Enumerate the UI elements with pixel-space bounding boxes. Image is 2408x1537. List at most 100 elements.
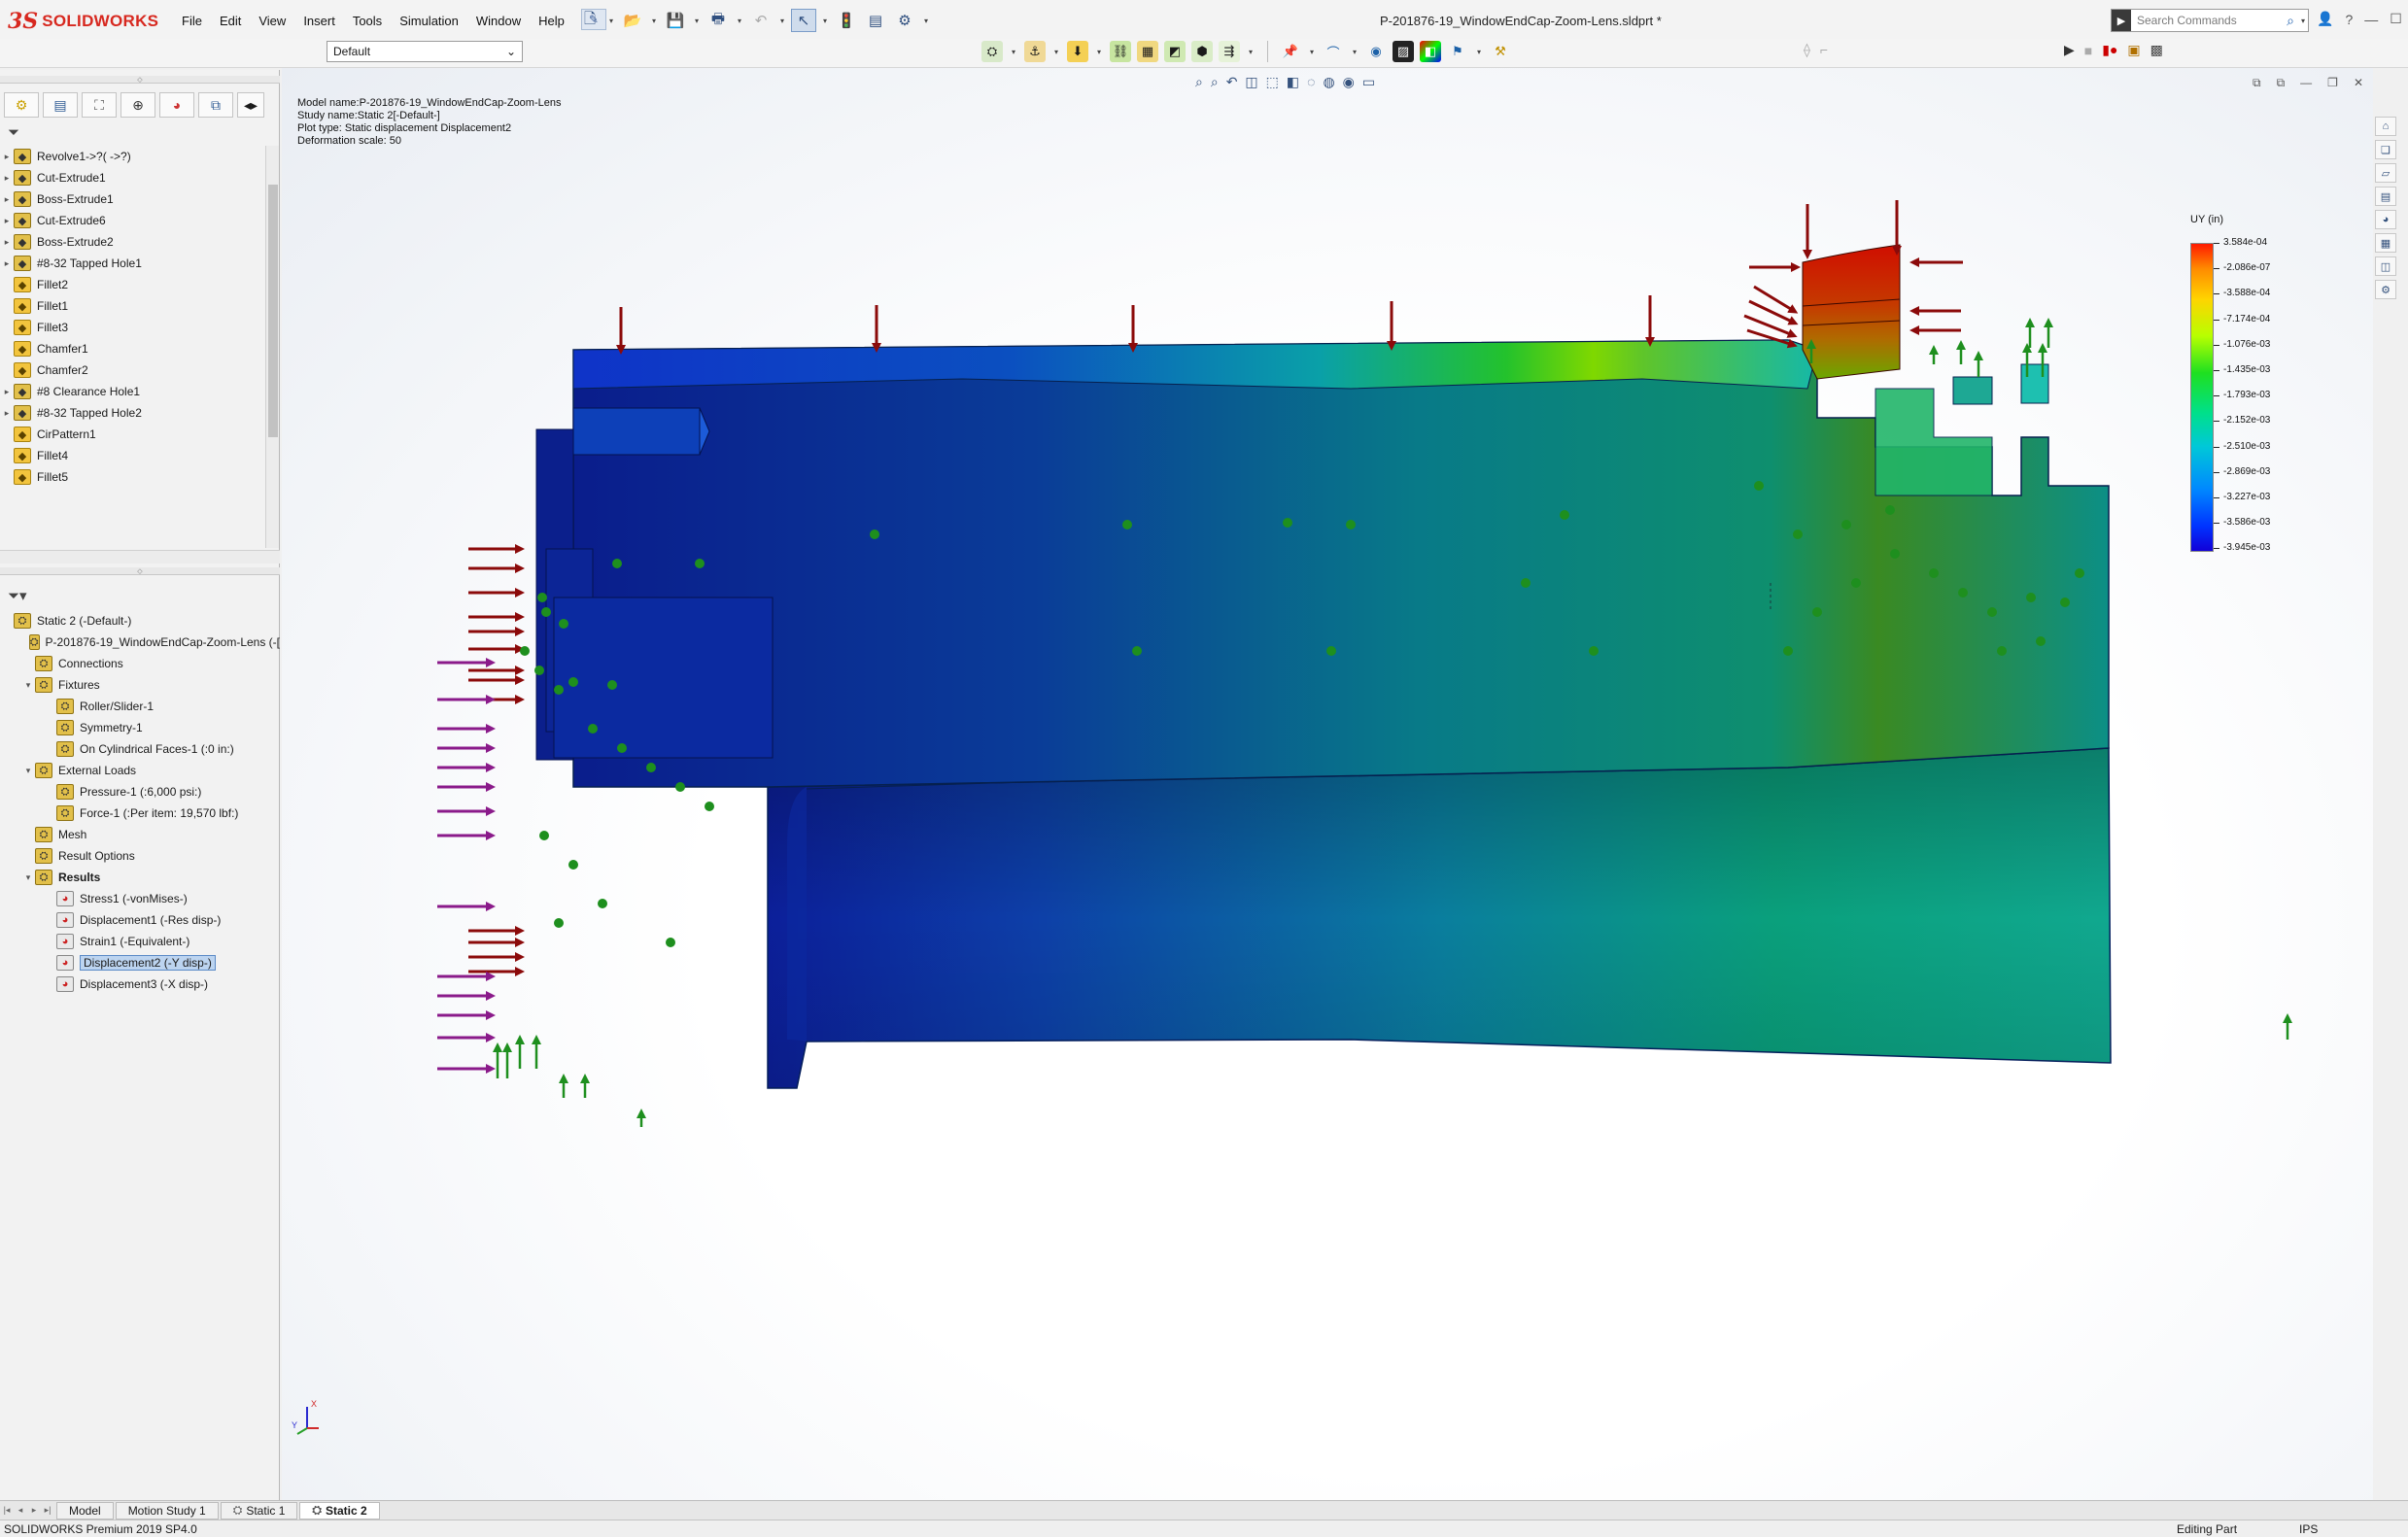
open-folder-icon[interactable]: 📂: [620, 9, 645, 32]
feature-tree-item[interactable]: ▸ ◆ Revolve1->?( ->?): [0, 146, 264, 167]
menu-help[interactable]: Help: [530, 12, 573, 30]
color-legend[interactable]: UY (in) 3.584e-04 -2.086e-07 -3.588e-04 …: [2190, 214, 2336, 553]
section-clipping-icon[interactable]: ▨: [1393, 41, 1414, 62]
study-advisor-icon[interactable]: ⛭: [981, 41, 1003, 62]
traffic-light-icon[interactable]: 🚦: [834, 9, 859, 32]
feature-tree-item[interactable]: ▸ ◆ Cut-Extrude1: [0, 167, 264, 188]
panel-splitter-top[interactable]: ◇: [0, 76, 280, 84]
fea-model-render[interactable]: [282, 68, 2373, 1500]
menu-tools[interactable]: Tools: [344, 12, 391, 30]
solidworks-logo[interactable]: 3S SOLIDWORKS: [8, 8, 158, 35]
study-tree-item[interactable]: ▾ ⛭ Results: [0, 867, 280, 888]
print-dropdown-icon[interactable]: ▾: [735, 17, 744, 25]
tab-nav-prev-icon[interactable]: ◂: [14, 1505, 27, 1516]
study-tree-item[interactable]: ⛭ On Cylindrical Faces-1 (:0 in:): [0, 738, 280, 760]
feature-tree-item[interactable]: ▸ ◆ Boss-Extrude1: [0, 188, 264, 210]
search-icon[interactable]: ⌕: [2287, 13, 2298, 29]
filter-icon[interactable]: ⏷▾: [8, 587, 27, 604]
save-animation-icon[interactable]: ▣: [2127, 42, 2140, 58]
simulation-tab-icon[interactable]: ⧉: [198, 92, 233, 118]
select-pointer-icon[interactable]: ↖: [791, 9, 816, 32]
feature-tree-item[interactable]: ◆ Chamfer1: [0, 338, 264, 359]
dropdown-icon[interactable]: ▾: [1307, 48, 1317, 56]
study-tree-item[interactable]: ◕ Displacement1 (-Res disp-): [0, 909, 280, 931]
feature-tree-item[interactable]: ◆ Fillet5: [0, 466, 264, 488]
select-dropdown-icon[interactable]: ▾: [820, 17, 830, 25]
print-icon[interactable]: 🖶: [705, 9, 731, 32]
expand-arrow-icon[interactable]: ▸: [0, 237, 14, 248]
new-document-icon[interactable]: 🗋: [577, 9, 602, 32]
dimxpert-tab-icon[interactable]: ⊕: [120, 92, 155, 118]
record-icon[interactable]: ▮●: [2102, 42, 2117, 58]
featuremanager-tab-icon[interactable]: ⚙: [4, 92, 39, 118]
feature-tree-hscrollbar[interactable]: [0, 550, 280, 564]
scrollbar-thumb[interactable]: [268, 185, 278, 437]
feature-tree-item[interactable]: ◆ Chamfer2: [0, 359, 264, 381]
dropdown-icon[interactable]: ▾: [1350, 48, 1359, 56]
expand-arrow-icon[interactable]: ▸: [0, 173, 14, 184]
study-tree-item[interactable]: ◕ Strain1 (-Equivalent-): [0, 931, 280, 952]
panel-splitter-middle[interactable]: ◇: [0, 567, 280, 575]
run-study-icon[interactable]: ▦: [1137, 41, 1158, 62]
home-icon[interactable]: ⌂: [2375, 117, 2396, 136]
study-tree-item[interactable]: ▾ ⛭ External Loads: [0, 760, 280, 781]
dropdown-icon[interactable]: ▾: [1474, 48, 1484, 56]
study-tree-item[interactable]: ⛭ Connections: [0, 653, 280, 674]
simulation-options-icon[interactable]: ⚒: [1490, 41, 1511, 62]
solidworks-resources-icon[interactable]: ⚙: [2375, 280, 2396, 299]
options-gear-icon[interactable]: ⚙: [892, 9, 917, 32]
menu-simulation[interactable]: Simulation: [391, 12, 467, 30]
feature-tree-item[interactable]: ▸ ◆ #8-32 Tapped Hole1: [0, 253, 264, 274]
feature-tree-item[interactable]: ◆ Fillet2: [0, 274, 264, 295]
probe-icon[interactable]: ⌒: [1323, 41, 1344, 62]
tab-static-2[interactable]: ⛭ Static 2: [299, 1501, 380, 1520]
tabs-scroll-icon[interactable]: ◂▸: [237, 92, 264, 118]
study-tree-item[interactable]: ⛭ Pressure-1 (:6,000 psi:): [0, 781, 280, 803]
filter-icon[interactable]: ⏷: [8, 124, 19, 141]
unit-system[interactable]: IPS: [2299, 1522, 2318, 1536]
deformed-result-icon[interactable]: ⬢: [1191, 41, 1213, 62]
maximize-icon[interactable]: ☐: [2390, 11, 2402, 27]
study-tree-item[interactable]: ◕ Displacement2 (-Y disp-): [0, 952, 280, 973]
results-advisor-icon[interactable]: ◩: [1164, 41, 1186, 62]
feature-tree-item[interactable]: ◆ CirPattern1: [0, 424, 264, 445]
undo-dropdown-icon[interactable]: ▾: [777, 17, 787, 25]
search-input[interactable]: Search Commands: [2131, 14, 2287, 27]
collapse-arrow-icon[interactable]: ▾: [21, 872, 35, 883]
feature-tree-item[interactable]: ◆ Fillet3: [0, 317, 264, 338]
feature-tree-item[interactable]: ◆ Fillet1: [0, 295, 264, 317]
feature-tree-scrollbar[interactable]: [265, 146, 279, 548]
search-commands[interactable]: ▶ Search Commands ⌕ ▾: [2111, 9, 2309, 32]
minimize-icon[interactable]: —: [2364, 12, 2378, 27]
tab-motion-study-1[interactable]: Motion Study 1: [115, 1501, 219, 1520]
feature-tree-item[interactable]: ◆ Fillet4: [0, 445, 264, 466]
new-dropdown-icon[interactable]: ▾: [606, 17, 616, 25]
play-icon[interactable]: ▶: [2064, 42, 2075, 58]
expand-arrow-icon[interactable]: ▸: [0, 387, 14, 397]
user-icon[interactable]: 👤: [2317, 11, 2333, 27]
search-dropdown-icon[interactable]: ▾: [2298, 17, 2308, 25]
study-tree-item[interactable]: ⛭ Force-1 (:Per item: 19,570 lbf:): [0, 803, 280, 824]
menu-edit[interactable]: Edit: [211, 12, 250, 30]
forum-icon[interactable]: ◫: [2375, 256, 2396, 276]
study-tree-item[interactable]: ⛭ Result Options: [0, 845, 280, 867]
study-tree-item[interactable]: ⛭ Static 2 (-Default-): [0, 610, 280, 632]
menu-file[interactable]: File: [173, 12, 211, 30]
tab-nav-last-icon[interactable]: ▸|: [41, 1505, 54, 1516]
dropdown-icon[interactable]: ▾: [1094, 48, 1104, 56]
expand-arrow-icon[interactable]: ▸: [0, 152, 14, 162]
fixtures-advisor-icon[interactable]: ⚓: [1024, 41, 1046, 62]
expand-arrow-icon[interactable]: ▸: [0, 408, 14, 419]
file-properties-icon[interactable]: ▤: [863, 9, 888, 32]
displaymanager-tab-icon[interactable]: ◕: [159, 92, 194, 118]
design-insight-icon[interactable]: ◉: [1365, 41, 1387, 62]
include-image-icon[interactable]: ⚑: [1447, 41, 1468, 62]
menu-insert[interactable]: Insert: [294, 12, 344, 30]
external-loads-advisor-icon[interactable]: ⬇: [1067, 41, 1088, 62]
menu-view[interactable]: View: [250, 12, 294, 30]
tab-model[interactable]: Model: [56, 1501, 114, 1520]
appearances-icon[interactable]: ◕: [2375, 210, 2396, 229]
feature-tree-item[interactable]: ▸ ◆ #8 Clearance Hole1: [0, 381, 264, 402]
study-tree-item[interactable]: ⛭ Mesh: [0, 824, 280, 845]
plot-tools-icon[interactable]: 📌: [1280, 41, 1301, 62]
